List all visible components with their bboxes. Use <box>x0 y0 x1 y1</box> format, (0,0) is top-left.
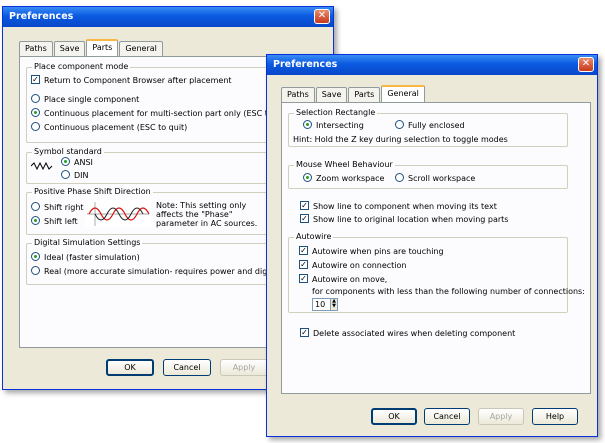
digital-simulation-group: Digital Simulation Settings Ideal (faste… <box>26 238 314 285</box>
tab-general[interactable]: General <box>119 41 163 56</box>
phase-note: Note: This setting only affects the "Pha… <box>156 201 258 228</box>
symbol-legend: Symbol standard <box>32 147 104 156</box>
tab-general[interactable]: General <box>381 85 425 102</box>
sine-wave-icon <box>31 162 53 170</box>
close-icon[interactable]: ✕ <box>314 9 330 24</box>
intersecting-radio[interactable]: Intersecting <box>303 120 364 131</box>
back-window-title: Preferences <box>9 11 74 22</box>
front-apply-button[interactable]: Apply <box>478 408 524 425</box>
return-browser-checkbox[interactable]: ✓ Return to Component Browser after place… <box>31 75 232 86</box>
din-radio[interactable]: DIN <box>61 170 89 181</box>
continuous-multi-radio[interactable]: Continuous placement for multi-section p… <box>31 108 294 119</box>
tab-parts[interactable]: Parts <box>348 87 381 102</box>
selection-rectangle-group: Selection Rectangle Intersecting Fully e… <box>288 108 568 147</box>
phase-shift-group: Positive Phase Shift Direction Shift rig… <box>26 187 270 235</box>
phase-legend: Positive Phase Shift Direction <box>32 187 153 196</box>
show-line-text-checkbox[interactable]: ✓ Show line to component when moving its … <box>300 201 497 212</box>
fully-enclosed-radio[interactable]: Fully enclosed <box>395 120 465 131</box>
autowire-pins-checkbox[interactable]: ✓ Autowire when pins are touching <box>299 246 444 257</box>
front-title-bar[interactable]: Preferences ✕ <box>267 55 597 75</box>
show-line-origin-checkbox[interactable]: ✓ Show line to original location when mov… <box>300 214 508 225</box>
connections-stepper[interactable]: 10 ▲ ▼ <box>312 298 338 311</box>
autowire-legend: Autowire <box>294 232 334 241</box>
mouse-legend: Mouse Wheel Behaviour <box>294 160 395 169</box>
continuous-radio[interactable]: Continuous placement (ESC to quit) <box>31 122 187 133</box>
scroll-workspace-radio[interactable]: Scroll workspace <box>395 173 475 184</box>
symbol-standard-group: Symbol standard ANSI DIN <box>26 147 270 184</box>
autowire-connection-checkbox[interactable]: ✓ Autowire on connection <box>299 260 407 271</box>
mouse-wheel-group: Mouse Wheel Behaviour Zoom workspace Scr… <box>288 160 568 189</box>
tab-save[interactable]: Save <box>53 41 86 56</box>
connections-value: 10 <box>315 300 326 309</box>
front-ok-button[interactable]: OK <box>371 408 417 425</box>
phase-shift-graph-icon <box>85 200 151 227</box>
back-title-bar[interactable]: Preferences ✕ <box>3 7 333 27</box>
close-icon[interactable]: ✕ <box>578 57 594 72</box>
parts-tab-panel: Place component mode ✓ Return to Componen… <box>19 56 314 348</box>
autowire-move-checkbox[interactable]: ✓ Autowire on move, <box>299 274 387 285</box>
front-window-title: Preferences <box>273 59 338 70</box>
zoom-workspace-radio[interactable]: Zoom workspace <box>303 173 384 184</box>
back-ok-button[interactable]: OK <box>106 359 154 376</box>
stepper-arrows-icon[interactable]: ▲ ▼ <box>330 299 337 310</box>
selection-legend: Selection Rectangle <box>294 108 378 117</box>
place-component-mode-group: Place component mode ✓ Return to Componen… <box>26 62 294 143</box>
selection-hint: Hint: Hold the Z key during selection to… <box>293 135 508 144</box>
autowire-group: Autowire ✓ Autowire when pins are touchin… <box>288 232 585 313</box>
delete-wires-checkbox[interactable]: ✓ Delete associated wires when deleting c… <box>300 328 515 339</box>
front-preferences-window: Preferences ✕ Paths Save Parts General S… <box>266 54 598 437</box>
front-cancel-button[interactable]: Cancel <box>424 408 470 425</box>
ideal-radio[interactable]: Ideal (faster simulation) <box>31 252 140 263</box>
digital-legend: Digital Simulation Settings <box>32 238 143 247</box>
ansi-radio[interactable]: ANSI <box>61 157 93 168</box>
place-single-radio[interactable]: Place single component <box>31 94 139 105</box>
place-mode-legend: Place component mode <box>32 62 131 71</box>
tab-parts[interactable]: Parts <box>86 39 119 56</box>
shift-left-radio[interactable]: Shift left <box>31 216 78 227</box>
tab-save[interactable]: Save <box>315 87 348 102</box>
shift-right-radio[interactable]: Shift right <box>31 202 84 213</box>
general-tab-panel: Selection Rectangle Intersecting Fully e… <box>281 102 591 394</box>
autowire-move-sub-label: for components with less than the follow… <box>312 287 585 296</box>
back-cancel-button[interactable]: Cancel <box>163 359 211 376</box>
front-help-button[interactable]: Help <box>532 408 578 425</box>
back-apply-button[interactable]: Apply <box>220 359 268 376</box>
tab-paths[interactable]: Paths <box>19 41 53 56</box>
tab-paths[interactable]: Paths <box>281 87 315 102</box>
